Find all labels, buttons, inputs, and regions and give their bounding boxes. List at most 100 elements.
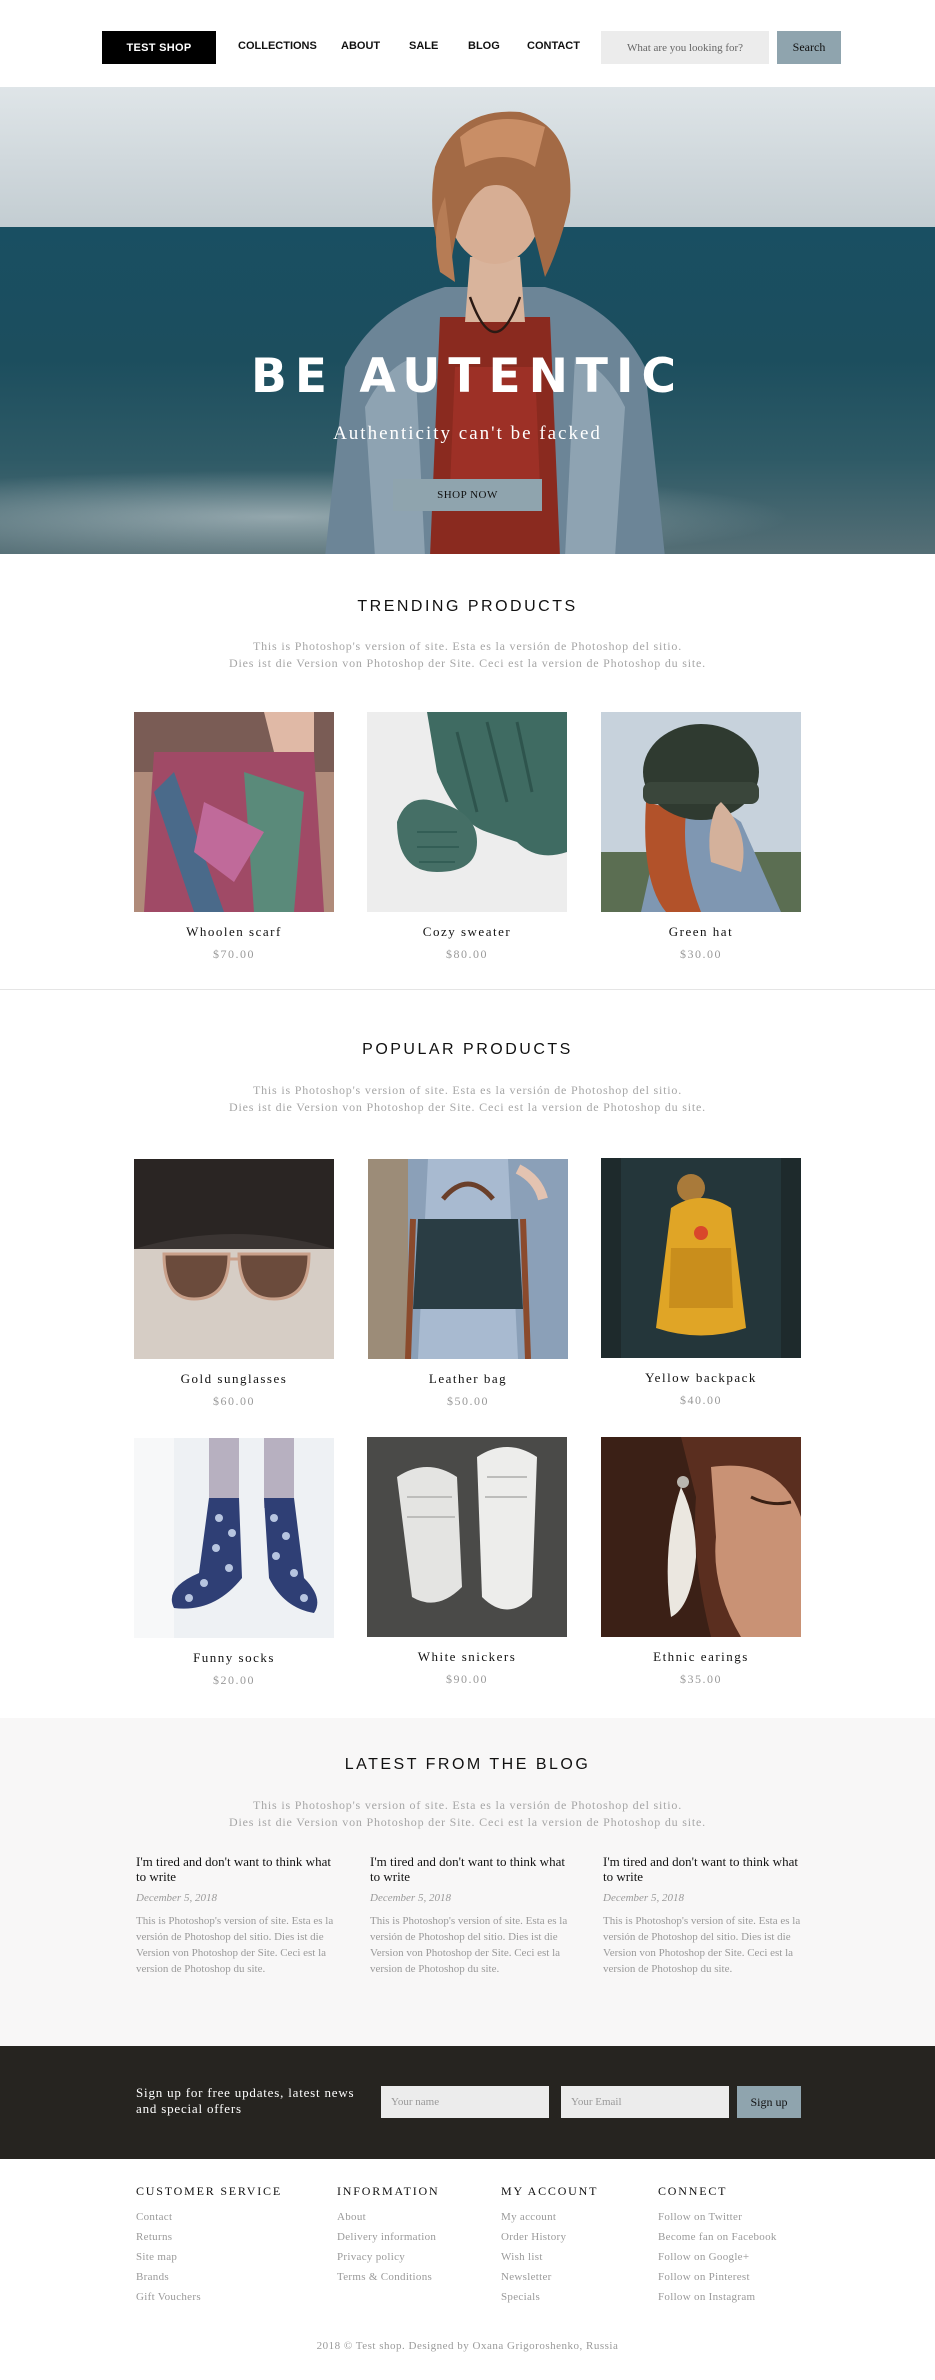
product-price: $70.00: [213, 947, 255, 961]
product-card[interactable]: Yellow backpack $40.00: [601, 1158, 801, 1408]
footer-link[interactable]: Order History: [501, 2227, 598, 2247]
blog-post-title[interactable]: I'm tired and don't want to think what t…: [136, 1854, 338, 1884]
footer-heading: MY ACCOUNT: [501, 2184, 599, 2198]
footer-link[interactable]: Specials: [501, 2287, 598, 2307]
footer-link[interactable]: Newsletter: [501, 2267, 598, 2287]
footer-column-customer-service: CUSTOMER SERVICE Contact Returns Site ma…: [136, 2184, 282, 2307]
blog-post-excerpt: This is Photoshop's version of site. Est…: [370, 1915, 568, 1975]
footer-column-my-account: MY ACCOUNT My account Order History Wish…: [501, 2184, 598, 2307]
copyright: 2018 © Test shop. Designed by Oxana Grig…: [316, 2340, 619, 2352]
nav-collections[interactable]: COLLECTIONS: [238, 40, 317, 52]
product-name[interactable]: Yellow backpack: [601, 1370, 801, 1386]
blog-post-date: December 5, 2018: [603, 1892, 684, 1904]
popular-desc-line2: Dies ist die Version von Photoshop der S…: [229, 1100, 706, 1114]
blog-post-date: December 5, 2018: [370, 1892, 451, 1904]
footer-link[interactable]: About: [337, 2207, 439, 2227]
product-image-backpack[interactable]: [601, 1158, 801, 1358]
newsletter-bar: Sign up for free updates, latest news an…: [0, 2046, 935, 2159]
product-name[interactable]: Ethnic earings: [601, 1649, 801, 1665]
product-card[interactable]: Gold sunglasses $60.00: [134, 1159, 334, 1409]
nav-about[interactable]: ABOUT: [341, 40, 380, 52]
footer-heading: CUSTOMER SERVICE: [136, 2184, 282, 2198]
product-card[interactable]: Funny socks $20.00: [134, 1438, 334, 1688]
product-image-socks[interactable]: [134, 1438, 334, 1638]
product-name[interactable]: Whoolen scarf: [134, 924, 334, 940]
product-image-sneakers[interactable]: [367, 1437, 567, 1637]
product-name[interactable]: Gold sunglasses: [134, 1371, 334, 1387]
product-image-earrings[interactable]: [601, 1437, 801, 1637]
product-name[interactable]: Leather bag: [368, 1371, 568, 1387]
footer-link-google-plus[interactable]: Follow on Google+: [658, 2247, 777, 2267]
blog-post-excerpt: This is Photoshop's version of site. Est…: [136, 1915, 334, 1975]
footer-link-facebook[interactable]: Become fan on Facebook: [658, 2227, 777, 2247]
popular-title: POPULAR PRODUCTS: [362, 1041, 573, 1058]
footer-link-twitter[interactable]: Follow on Twitter: [658, 2207, 777, 2227]
blog-desc-line1: This is Photoshop's version of site. Est…: [252, 1798, 682, 1812]
nav-sale[interactable]: SALE: [409, 40, 438, 52]
page: TEST SHOP COLLECTIONS ABOUT SALE BLOG CO…: [0, 0, 935, 2380]
footer-link[interactable]: Gift Vouchers: [136, 2287, 282, 2307]
hero-title: BE AUTENTIC: [251, 349, 684, 404]
search-input[interactable]: [601, 31, 769, 64]
product-name[interactable]: Funny socks: [134, 1650, 334, 1666]
footer-link[interactable]: Site map: [136, 2247, 282, 2267]
product-price: $80.00: [446, 947, 488, 961]
footer-column-information: INFORMATION About Delivery information P…: [337, 2184, 439, 2287]
trending-desc-line1: This is Photoshop's version of site. Est…: [252, 639, 682, 653]
product-image-sunglasses[interactable]: [134, 1159, 334, 1359]
blog-post-title[interactable]: I'm tired and don't want to think what t…: [603, 1854, 805, 1884]
newsletter-text: Sign up for free updates, latest news an…: [136, 2085, 355, 2116]
product-name[interactable]: Green hat: [601, 924, 801, 940]
blog-post-date: December 5, 2018: [136, 1892, 217, 1904]
site-logo[interactable]: TEST SHOP: [102, 31, 216, 64]
blog-post[interactable]: I'm tired and don't want to think what t…: [603, 1854, 805, 1977]
footer-link[interactable]: Terms & Conditions: [337, 2267, 439, 2287]
product-price: $90.00: [446, 1672, 488, 1686]
footer-link[interactable]: Returns: [136, 2227, 282, 2247]
product-card[interactable]: Whoolen scarf $70.00: [134, 712, 334, 962]
blog-title: LATEST FROM THE BLOG: [344, 1756, 591, 1773]
signup-button[interactable]: Sign up: [737, 2086, 801, 2118]
product-image-sweater[interactable]: [367, 712, 567, 912]
product-name[interactable]: White snickers: [367, 1649, 567, 1665]
product-card[interactable]: White snickers $90.00: [367, 1437, 567, 1687]
product-image-bag[interactable]: [368, 1159, 568, 1359]
product-image-hat[interactable]: [601, 712, 801, 912]
footer-link[interactable]: Contact: [136, 2207, 282, 2227]
footer-link-instagram[interactable]: Follow on Instagram: [658, 2287, 777, 2307]
product-price: $40.00: [680, 1393, 722, 1407]
blog-post[interactable]: I'm tired and don't want to think what t…: [370, 1854, 572, 1977]
footer-link-pinterest[interactable]: Follow on Pinterest: [658, 2267, 777, 2287]
popular-desc-line1: This is Photoshop's version of site. Est…: [252, 1083, 682, 1097]
site-header: TEST SHOP COLLECTIONS ABOUT SALE BLOG CO…: [0, 0, 935, 87]
hero-subtitle: Authenticity can't be facked: [333, 423, 602, 444]
search-button[interactable]: Search: [777, 31, 841, 64]
nav-blog[interactable]: BLOG: [468, 40, 500, 52]
footer-link[interactable]: Brands: [136, 2267, 282, 2287]
section-divider: [0, 989, 935, 990]
product-price: $30.00: [680, 947, 722, 961]
product-card[interactable]: Cozy sweater $80.00: [367, 712, 567, 962]
footer-column-connect: CONNECT Follow on Twitter Become fan on …: [658, 2184, 777, 2307]
blog-post[interactable]: I'm tired and don't want to think what t…: [136, 1854, 338, 1977]
product-price: $50.00: [447, 1394, 489, 1408]
product-name[interactable]: Cozy sweater: [367, 924, 567, 940]
footer-link[interactable]: Delivery information: [337, 2227, 439, 2247]
footer-link[interactable]: My account: [501, 2207, 598, 2227]
product-card[interactable]: Ethnic earings $35.00: [601, 1437, 801, 1687]
product-image-scarf[interactable]: [134, 712, 334, 912]
newsletter-name-input[interactable]: [381, 2086, 549, 2118]
footer-link[interactable]: Privacy policy: [337, 2247, 439, 2267]
footer-heading: CONNECT: [658, 2184, 728, 2198]
newsletter-email-input[interactable]: [561, 2086, 729, 2118]
product-price: $60.00: [213, 1394, 255, 1408]
blog-desc-line2: Dies ist die Version von Photoshop der S…: [229, 1815, 706, 1829]
footer-link[interactable]: Wish list: [501, 2247, 598, 2267]
product-price: $20.00: [213, 1673, 255, 1687]
nav-contact[interactable]: CONTACT: [527, 40, 580, 52]
blog-post-title[interactable]: I'm tired and don't want to think what t…: [370, 1854, 572, 1884]
shop-now-button[interactable]: SHOP NOW: [393, 479, 542, 511]
product-card[interactable]: Leather bag $50.00: [368, 1159, 568, 1409]
product-card[interactable]: Green hat $30.00: [601, 712, 801, 962]
hero-banner: BE AUTENTIC Authenticity can't be facked…: [0, 87, 935, 554]
